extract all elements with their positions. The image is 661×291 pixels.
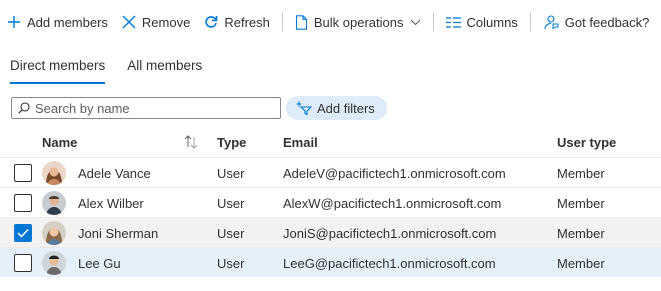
add-filters-button[interactable]: Add filters	[286, 96, 387, 120]
member-email: JoniS@pacifictech1.onmicrosoft.com	[283, 226, 497, 241]
row-checkbox[interactable]	[14, 224, 32, 242]
tab-list: Direct members All members	[10, 56, 224, 84]
toolbar-divider	[432, 13, 434, 31]
members-table: Name Type Email User type Adele Vance Us…	[0, 127, 661, 277]
tab-direct-members[interactable]: Direct members	[10, 56, 106, 84]
table-row[interactable]: Lee Gu User LeeG@pacifictech1.onmicrosof…	[0, 247, 661, 277]
search-icon	[18, 102, 30, 114]
bulk-operations-label: Bulk operations	[313, 14, 404, 30]
member-type: User	[217, 226, 245, 241]
row-checkbox[interactable]	[14, 194, 32, 212]
table-row[interactable]: Alex Wilber User AlexW@pacifictech1.onmi…	[0, 187, 661, 217]
table-row[interactable]: Adele Vance User AdeleV@pacifictech1.onm…	[0, 157, 661, 187]
member-user-type: Member	[557, 226, 605, 241]
search-box	[11, 97, 281, 119]
sort-icon[interactable]	[184, 135, 198, 149]
add-filters-label: Add filters	[317, 100, 375, 116]
refresh-button[interactable]: Refresh	[197, 7, 277, 37]
tab-all-members[interactable]: All members	[127, 56, 202, 84]
table-header: Name Type Email User type	[0, 127, 661, 157]
checkmark-icon	[17, 228, 29, 238]
remove-button[interactable]: Remove	[115, 7, 197, 37]
member-type: User	[217, 256, 245, 271]
toolbar-divider	[281, 13, 283, 31]
member-name[interactable]: Adele Vance	[78, 166, 151, 181]
add-members-label: Add members	[27, 14, 108, 30]
member-email: LeeG@pacifictech1.onmicrosoft.com	[283, 256, 496, 271]
avatar	[42, 161, 66, 185]
columns-button[interactable]: Columns	[439, 7, 525, 37]
document-icon	[295, 14, 307, 30]
member-email: AdeleV@pacifictech1.onmicrosoft.com	[283, 166, 506, 181]
member-name[interactable]: Lee Gu	[78, 256, 121, 271]
feedback-button[interactable]: Got feedback?	[536, 7, 657, 37]
column-header-user-type[interactable]: User type	[557, 135, 616, 150]
member-user-type: Member	[557, 196, 605, 211]
remove-label: Remove	[141, 14, 191, 30]
table-row[interactable]: Joni Sherman User JoniS@pacifictech1.onm…	[0, 217, 661, 247]
member-name[interactable]: Joni Sherman	[78, 226, 158, 241]
member-email: AlexW@pacifictech1.onmicrosoft.com	[283, 196, 502, 211]
row-checkbox[interactable]	[14, 164, 32, 182]
add-filter-icon	[296, 101, 312, 115]
avatar	[42, 251, 66, 275]
feedback-label: Got feedback?	[564, 14, 650, 30]
column-header-email[interactable]: Email	[283, 135, 318, 150]
row-checkbox[interactable]	[14, 254, 32, 272]
add-members-button[interactable]: Add members	[0, 7, 115, 37]
close-icon	[122, 15, 136, 29]
columns-icon	[445, 16, 461, 28]
column-header-type[interactable]: Type	[217, 135, 246, 150]
member-type: User	[217, 196, 245, 211]
avatar	[42, 221, 66, 245]
member-name[interactable]: Alex Wilber	[78, 196, 144, 211]
member-user-type: Member	[557, 166, 605, 181]
refresh-icon	[205, 16, 218, 28]
search-input[interactable]	[35, 100, 265, 116]
command-bar: Add members Remove Refresh Bulk operatio…	[0, 0, 661, 44]
chevron-down-icon	[410, 19, 420, 25]
column-header-name[interactable]: Name	[42, 135, 77, 150]
member-user-type: Member	[557, 256, 605, 271]
member-type: User	[217, 166, 245, 181]
bulk-operations-button[interactable]: Bulk operations	[288, 7, 428, 37]
columns-label: Columns	[466, 14, 518, 30]
avatar	[42, 191, 66, 215]
refresh-label: Refresh	[224, 14, 270, 30]
toolbar-divider	[529, 13, 531, 31]
feedback-icon	[544, 15, 559, 30]
plus-icon	[8, 16, 20, 28]
